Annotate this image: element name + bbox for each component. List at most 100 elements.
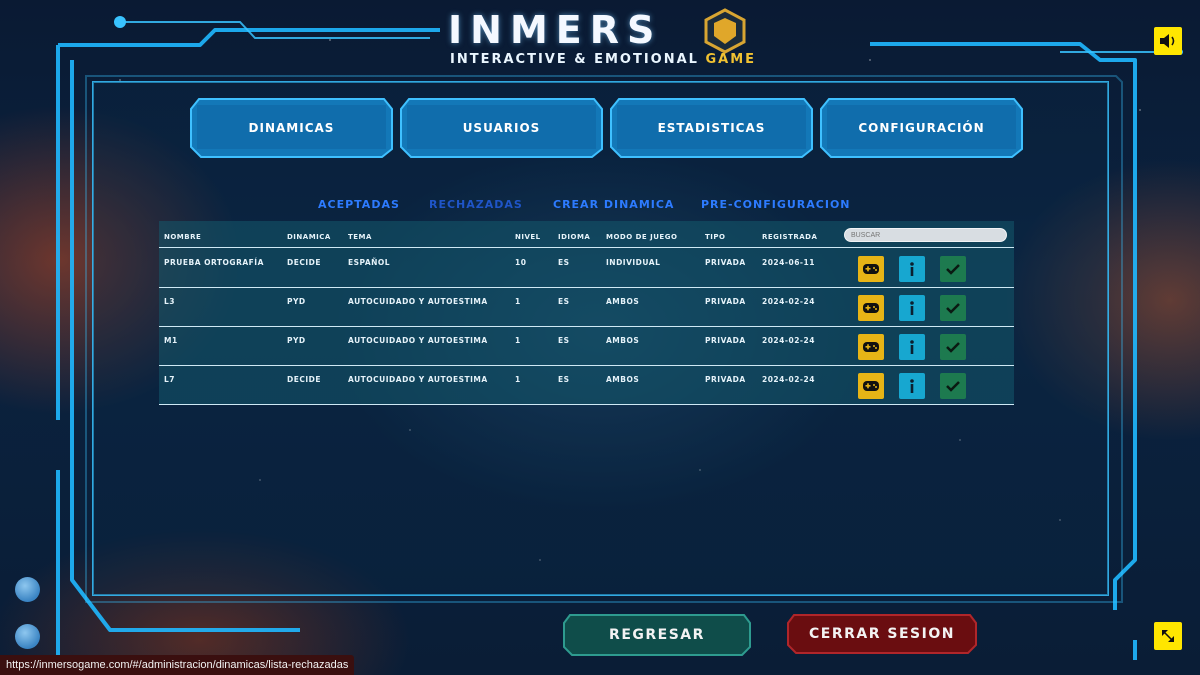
table-header: NOMBRE DINAMICA TEMA NIVEL IDIOMA MODO D… <box>159 221 1014 248</box>
gamepad-icon <box>863 342 879 352</box>
info-button[interactable] <box>899 373 925 399</box>
cell-tipo: PRIVADA <box>705 258 746 267</box>
cell-tipo: PRIVADA <box>705 375 746 384</box>
cell-modo: AMBOS <box>606 336 640 345</box>
cell-tipo: PRIVADA <box>705 336 746 345</box>
tagline-accent: GAME <box>705 52 757 67</box>
cell-tipo: PRIVADA <box>705 297 746 306</box>
table-row: M1 PYD AUTOCUIDADO Y AUTOESTIMA 1 ES AMB… <box>159 327 1014 366</box>
info-icon <box>910 301 914 315</box>
cell-idioma: ES <box>558 297 570 306</box>
cell-dinamica: PYD <box>287 336 306 345</box>
play-button[interactable] <box>858 256 884 282</box>
globe-icon[interactable] <box>15 577 40 602</box>
gamepad-icon <box>863 381 879 391</box>
cell-tema: ESPAÑOL <box>348 258 391 267</box>
nav-dinamicas-button[interactable]: DINAMICAS <box>189 95 394 161</box>
cell-nombre: L7 <box>164 375 175 384</box>
subtab-aceptadas[interactable]: ACEPTADAS <box>318 198 400 211</box>
cell-nivel: 1 <box>515 336 521 345</box>
info-icon <box>910 262 914 276</box>
speaker-icon <box>1160 34 1175 48</box>
accept-button[interactable] <box>940 295 966 321</box>
table-row: L7 DECIDE AUTOCUIDADO Y AUTOESTIMA 1 ES … <box>159 366 1014 405</box>
cell-dinamica: PYD <box>287 297 306 306</box>
nav-configuracion-button[interactable]: CONFIGURACIÓN <box>819 95 1024 161</box>
nav-label: DINAMICAS <box>248 121 335 135</box>
sound-toggle-button[interactable] <box>1154 27 1182 55</box>
check-icon <box>946 381 960 392</box>
cell-modo: AMBOS <box>606 375 640 384</box>
cell-registrada: 2024-06-11 <box>762 258 815 267</box>
column-header: DINAMICA <box>287 233 331 241</box>
cell-idioma: ES <box>558 336 570 345</box>
column-header: TEMA <box>348 233 372 241</box>
check-icon <box>946 264 960 275</box>
cell-nombre: L3 <box>164 297 175 306</box>
cell-nivel: 10 <box>515 258 527 267</box>
cell-registrada: 2024-02-24 <box>762 336 815 345</box>
column-header: NOMBRE <box>164 233 202 241</box>
cell-idioma: ES <box>558 375 570 384</box>
nav-usuarios-button[interactable]: USUARIOS <box>399 95 604 161</box>
shield-logo-icon <box>704 8 746 54</box>
nav-label: ESTADISTICAS <box>657 121 766 135</box>
logo-tagline: INTERACTIVE & EMOTIONAL GAME <box>450 52 756 67</box>
play-button[interactable] <box>858 373 884 399</box>
cell-modo: AMBOS <box>606 297 640 306</box>
info-button[interactable] <box>899 334 925 360</box>
column-header: NIVEL <box>515 233 541 241</box>
gamepad-icon <box>863 303 879 313</box>
status-url: https://inmersogame.com/#/administracion… <box>0 655 355 675</box>
fullscreen-button[interactable] <box>1154 622 1182 650</box>
subtab-rechazadas[interactable]: RECHAZADAS <box>429 198 523 211</box>
play-button[interactable] <box>858 295 884 321</box>
search-input[interactable] <box>844 228 1007 242</box>
table-row: L3 PYD AUTOCUIDADO Y AUTOESTIMA 1 ES AMB… <box>159 288 1014 327</box>
cell-tema: AUTOCUIDADO Y AUTOESTIMA <box>348 375 488 384</box>
cell-modo: INDIVIDUAL <box>606 258 661 267</box>
back-button[interactable]: REGRESAR <box>562 613 752 657</box>
table-row: PRUEBA ORTOGRAFÍA DECIDE ESPAÑOL 10 ES I… <box>159 249 1014 288</box>
nav-estadisticas-button[interactable]: ESTADISTICAS <box>609 95 814 161</box>
tagline-main: INTERACTIVE & EMOTIONAL <box>450 52 706 67</box>
info-button[interactable] <box>899 295 925 321</box>
logout-button[interactable]: CERRAR SESION <box>786 613 978 655</box>
info-button[interactable] <box>899 256 925 282</box>
subtab-pre-configuracion[interactable]: PRE-CONFIGURACION <box>701 198 851 211</box>
cell-dinamica: DECIDE <box>287 258 321 267</box>
gamepad-icon <box>863 264 879 274</box>
subtab-crear-dinamica[interactable]: CREAR DINAMICA <box>553 198 674 211</box>
column-header: MODO DE JUEGO <box>606 233 678 241</box>
cell-tema: AUTOCUIDADO Y AUTOESTIMA <box>348 297 488 306</box>
logo-wordmark: INMERS <box>448 8 663 52</box>
nav-label: CONFIGURACIÓN <box>858 121 985 135</box>
cell-tema: AUTOCUIDADO Y AUTOESTIMA <box>348 336 488 345</box>
accept-button[interactable] <box>940 373 966 399</box>
cell-nivel: 1 <box>515 375 521 384</box>
rejected-dynamics-table: NOMBRE DINAMICA TEMA NIVEL IDIOMA MODO D… <box>159 221 1014 405</box>
logout-label: CERRAR SESION <box>809 626 955 642</box>
globe-icon[interactable] <box>15 624 40 649</box>
check-icon <box>946 303 960 314</box>
accept-button[interactable] <box>940 334 966 360</box>
cell-idioma: ES <box>558 258 570 267</box>
check-icon <box>946 342 960 353</box>
play-button[interactable] <box>858 334 884 360</box>
info-icon <box>910 340 914 354</box>
cell-registrada: 2024-02-24 <box>762 297 815 306</box>
cell-nombre: PRUEBA ORTOGRAFÍA <box>164 258 264 267</box>
inmerso-logo: INMERS INTERACTIVE & EMOTIONAL GAME <box>440 6 760 70</box>
info-icon <box>910 379 914 393</box>
column-header: REGISTRADA <box>762 233 818 241</box>
cell-dinamica: DECIDE <box>287 375 321 384</box>
back-label: REGRESAR <box>609 627 705 643</box>
cell-nombre: M1 <box>164 336 178 345</box>
accept-button[interactable] <box>940 256 966 282</box>
column-header: IDIOMA <box>558 233 591 241</box>
column-header: TIPO <box>705 233 726 241</box>
expand-icon <box>1162 630 1174 642</box>
cell-nivel: 1 <box>515 297 521 306</box>
nav-label: USUARIOS <box>462 121 541 135</box>
cell-registrada: 2024-02-24 <box>762 375 815 384</box>
